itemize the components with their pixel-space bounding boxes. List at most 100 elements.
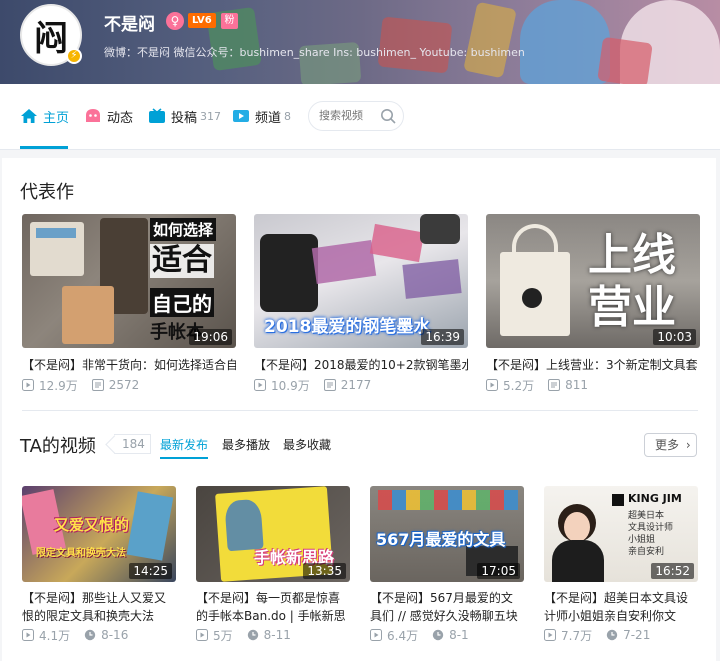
clock-icon xyxy=(84,629,96,641)
person-face-shape xyxy=(564,512,590,542)
dynamic-icon xyxy=(84,108,102,124)
tab-dynamic[interactable]: 动态 xyxy=(84,106,133,126)
ink-swatch-shape xyxy=(311,239,377,284)
video-thumbnail[interactable]: 2018最爱的钢笔墨水 16:39 xyxy=(254,214,468,348)
thumbnail-caption: 营业 xyxy=(588,282,676,333)
person-body-shape xyxy=(552,540,604,582)
female-icon: ♀ xyxy=(166,12,184,30)
publish-date: 8-11 xyxy=(263,628,291,642)
video-title[interactable]: 【不是闷】2018最爱的10+2款钢笔墨水 xyxy=(254,356,468,372)
ta-videos-title: TA的视频 xyxy=(20,436,96,457)
channel-icon xyxy=(232,108,250,124)
video-card[interactable]: 567月最爱的文具 17:05 【不是闷】567月最爱的文具们 // 感觉好久没… xyxy=(370,486,524,643)
section-divider xyxy=(22,410,698,411)
tab-label: 频道 xyxy=(255,110,282,126)
masterpiece-video-card[interactable]: 2018最爱的钢笔墨水 16:39 【不是闷】2018最爱的10+2款钢笔墨水 … xyxy=(254,214,468,393)
clock-icon xyxy=(247,629,258,641)
more-label: 更多 xyxy=(655,438,680,452)
masterpiece-title: 代表作 xyxy=(20,182,74,203)
play-count: 6.4万 xyxy=(387,628,419,643)
tote-handle-shape xyxy=(512,224,558,260)
channel-count: 8 xyxy=(284,109,292,123)
sort-most-favorited-tab[interactable]: 最多收藏 xyxy=(283,436,331,453)
video-count-badge: 184 xyxy=(114,434,151,454)
video-meta: 7.7万 7-21 xyxy=(544,628,698,643)
play-count: 10.9万 xyxy=(271,378,310,393)
play-count: 5万 xyxy=(213,628,233,643)
thumbnail-caption: 上线 xyxy=(588,230,676,281)
play-count: 4.1万 xyxy=(39,628,71,643)
chevron-right-icon: › xyxy=(685,438,691,452)
video-card[interactable]: KING JIM 超美日本 文具设计师 小姐姐 亲自安利 16:52 【不是闷】… xyxy=(544,486,698,643)
sort-latest-tab[interactable]: 最新发布 xyxy=(160,436,208,453)
video-duration: 16:39 xyxy=(421,329,464,345)
banner-decoration xyxy=(597,36,653,84)
thumbnail-caption: 自己的 xyxy=(150,288,214,317)
publish-date: 8-1 xyxy=(449,628,469,642)
publish-date: 7-21 xyxy=(623,628,651,642)
masterpiece-video-card[interactable]: 上线 营业 10:03 【不是闷】上线营业：3个新定制文具套 5.2万 811 xyxy=(486,214,700,393)
video-thumbnail[interactable]: 如何选择 适合 自己的 手帐本 19:06 xyxy=(22,214,236,348)
video-meta: 4.1万 8-16 xyxy=(22,628,176,643)
pens-shape xyxy=(378,490,518,510)
logo-square-shape xyxy=(612,494,624,506)
banner-decoration xyxy=(520,0,610,84)
play-count-icon xyxy=(22,629,34,641)
video-thumbnail[interactable]: 567月最爱的文具 17:05 xyxy=(370,486,524,582)
notebook-shape xyxy=(62,286,114,344)
video-title[interactable]: 【不是闷】每一页都是惊喜的手帐本Ban.do | 手帐新思路 xyxy=(196,589,350,625)
sort-most-played-tab[interactable]: 最多播放 xyxy=(222,436,270,453)
tab-label: 投稿 xyxy=(171,110,198,126)
tab-channels[interactable]: 频道 8 xyxy=(232,106,291,126)
play-count-icon xyxy=(370,629,382,641)
video-duration: 10:03 xyxy=(653,329,696,345)
video-thumbnail[interactable]: 又爱又恨的 限定文具和换壳大法 14:25 xyxy=(22,486,176,582)
tab-uploads[interactable]: 投稿 317 xyxy=(148,106,221,126)
level-badge: LV6 xyxy=(188,13,216,28)
video-meta: 12.9万 2572 xyxy=(22,378,236,393)
thumbnail-caption: 567月最爱的文具 xyxy=(376,530,506,549)
search-icon[interactable] xyxy=(380,108,396,124)
video-title[interactable]: 【不是闷】非常干货向：如何选择适合自 xyxy=(22,356,236,372)
video-title[interactable]: 【不是闷】那些让人又爱又恨的限定文具和换壳大法 xyxy=(22,589,176,625)
video-duration: 13:35 xyxy=(303,563,346,579)
ink-bottle-shape xyxy=(420,214,460,244)
favorite-count: 811 xyxy=(565,378,588,392)
upload-icon xyxy=(148,108,166,124)
video-card[interactable]: 又爱又恨的 限定文具和换壳大法 14:25 【不是闷】那些让人又爱又恨的限定文具… xyxy=(22,486,176,643)
video-duration: 14:25 xyxy=(129,563,172,579)
username: 不是闷 xyxy=(104,15,155,35)
more-button[interactable]: 更多 › xyxy=(644,433,697,457)
video-thumbnail[interactable]: 上线 营业 10:03 xyxy=(486,214,700,348)
ink-bottle-shape xyxy=(260,234,318,312)
video-title[interactable]: 【不是闷】超美日本文具设计师小姐姐亲自安利你文具！// xyxy=(544,589,698,625)
video-thumbnail[interactable]: 手帐新思路 13:35 xyxy=(196,486,350,582)
play-count: 12.9万 xyxy=(39,378,78,393)
play-count: 7.7万 xyxy=(561,628,593,643)
tab-label: 动态 xyxy=(107,110,134,126)
thumbnail-caption: 亲自安利 xyxy=(628,547,665,557)
video-meta: 10.9万 2177 xyxy=(254,378,468,393)
video-thumbnail[interactable]: KING JIM 超美日本 文具设计师 小姐姐 亲自安利 16:52 xyxy=(544,486,698,582)
favorite-count-icon xyxy=(91,379,104,391)
video-duration: 19:06 xyxy=(189,329,232,345)
play-count: 5.2万 xyxy=(503,378,535,393)
home-icon xyxy=(20,108,38,124)
video-meta: 5万 8-11 xyxy=(196,628,350,643)
favorite-count: 2177 xyxy=(340,378,372,392)
thumbnail-caption: 如何选择 xyxy=(150,218,217,241)
thumbnail-caption: 又爱又恨的 xyxy=(54,516,130,534)
masterpiece-video-card[interactable]: 如何选择 适合 自己的 手帐本 19:06 【不是闷】非常干货向：如何选择适合自… xyxy=(22,214,236,393)
video-duration: 16:52 xyxy=(651,563,694,579)
ink-swatch-shape xyxy=(369,223,425,263)
sticker-shape xyxy=(36,228,76,238)
favorite-count-icon xyxy=(323,379,336,391)
favorite-count: 2572 xyxy=(108,378,140,392)
video-card[interactable]: 手帐新思路 13:35 【不是闷】每一页都是惊喜的手帐本Ban.do | 手帐新… xyxy=(196,486,350,643)
video-title[interactable]: 【不是闷】上线营业：3个新定制文具套 xyxy=(486,356,700,372)
stationery-shape xyxy=(126,491,174,561)
thumbnail-caption: KING JIM xyxy=(628,492,682,505)
video-title[interactable]: 【不是闷】567月最爱的文具们 // 感觉好久没畅聊五块钱 xyxy=(370,589,524,625)
tab-home[interactable]: 主页 xyxy=(20,106,69,126)
play-count-icon xyxy=(22,379,34,391)
